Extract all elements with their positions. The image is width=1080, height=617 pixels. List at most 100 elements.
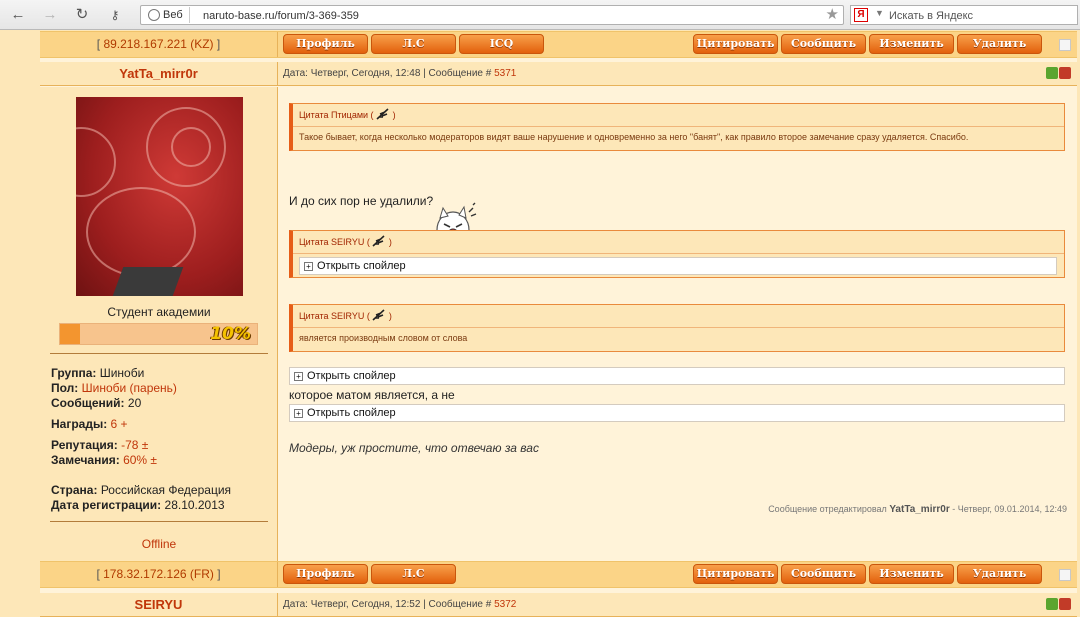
warnings-label: Замечания: bbox=[51, 453, 120, 467]
ip-bracket: ] bbox=[213, 567, 221, 581]
quote-block: Цитата SEIRYU ( ) + Открыть спойлер bbox=[289, 230, 1065, 278]
edit-button[interactable]: Изменить bbox=[869, 34, 954, 54]
delete-button[interactable]: Удалить bbox=[957, 34, 1042, 54]
browser-toolbar: ← → ↻ ⚷ Веб naruto-base.ru/forum/3-369-3… bbox=[0, 0, 1080, 30]
expand-plus-icon: + bbox=[294, 409, 303, 418]
post-header: YatTa_mirr0r Дата: Четверг, Сегодня, 12:… bbox=[40, 62, 1077, 86]
post-meta: Дата: Четверг, Сегодня, 12:48 | Сообщени… bbox=[283, 62, 516, 86]
quote-block: Цитата Птицами ( ) Такое бывает, когда н… bbox=[289, 103, 1065, 151]
quote-author[interactable]: Цитата SEIRYU ( bbox=[299, 311, 370, 321]
post-number[interactable]: 5372 bbox=[494, 599, 516, 610]
select-checkbox[interactable] bbox=[1059, 569, 1071, 581]
user-warnings[interactable]: 60% ± bbox=[123, 453, 157, 467]
key-icon[interactable]: ⚷ bbox=[106, 6, 124, 24]
quote-author[interactable]: Цитата Птицами ( bbox=[299, 110, 374, 120]
group-label: Группа: bbox=[51, 366, 97, 380]
user-regdate: 28.10.2013 bbox=[164, 498, 225, 512]
feather-icon bbox=[372, 309, 385, 321]
spoiler-label[interactable]: Открыть спойлер bbox=[307, 407, 396, 419]
reputation-label: Репутация: bbox=[51, 438, 118, 452]
quote-block: Цитата SEIRYU ( ) является производным с… bbox=[289, 304, 1065, 352]
user-gender-row: Пол: Шиноби (парень) bbox=[51, 381, 177, 396]
rank-progress-label: 10% bbox=[210, 324, 251, 344]
back-arrow-icon[interactable]: ← bbox=[9, 6, 27, 24]
quote-button[interactable]: Цитировать bbox=[693, 34, 778, 54]
quote-author-close: ) bbox=[392, 110, 396, 120]
edit-button[interactable]: Изменить bbox=[869, 564, 954, 584]
author-nick[interactable]: SEIRYU bbox=[40, 593, 278, 617]
user-reputation-row: Репутация: -78 ± bbox=[51, 438, 148, 453]
page-margin-left bbox=[0, 31, 40, 617]
user-awards[interactable]: 6 + bbox=[111, 417, 128, 431]
rank-progress-bar: 10% bbox=[59, 323, 258, 345]
ip-address-cell: [ 89.218.167.221 (KZ) ] bbox=[40, 32, 278, 57]
ip-address[interactable]: 89.218.167.221 (KZ) bbox=[103, 37, 213, 51]
thumbs-down-icon[interactable] bbox=[1059, 67, 1071, 79]
quote-button[interactable]: Цитировать bbox=[693, 564, 778, 584]
quote-author[interactable]: Цитата SEIRYU ( bbox=[299, 237, 370, 247]
post-actions-bar: [ 178.32.172.126 (FR) ] Профиль Л.С Цити… bbox=[40, 561, 1077, 588]
feather-icon bbox=[372, 235, 385, 247]
forum-thread: [ 89.218.167.221 (KZ) ] Профиль Л.С ICQ … bbox=[40, 31, 1077, 617]
post-meta: Дата: Четверг, Сегодня, 12:52 | Сообщени… bbox=[283, 593, 516, 617]
address-bar[interactable]: Веб naruto-base.ru/forum/3-369-359 ★ bbox=[140, 5, 844, 25]
thumbs-up-icon[interactable] bbox=[1046, 598, 1058, 610]
icq-button[interactable]: ICQ bbox=[459, 34, 544, 54]
spoiler-toggle[interactable]: + Открыть спойлер bbox=[289, 404, 1065, 422]
user-warnings-row: Замечания: 60% ± bbox=[51, 453, 157, 468]
post-number[interactable]: 5371 bbox=[494, 68, 516, 79]
report-button[interactable]: Сообщить bbox=[781, 34, 866, 54]
feather-icon bbox=[376, 108, 389, 120]
select-checkbox[interactable] bbox=[1059, 39, 1071, 51]
edit-note-nick[interactable]: YatTa_mirr0r bbox=[889, 504, 949, 515]
quote-header: Цитата Птицами ( ) bbox=[293, 104, 1064, 127]
spoiler-label[interactable]: Открыть спойлер bbox=[317, 260, 406, 272]
thumbs-down-icon[interactable] bbox=[1059, 598, 1071, 610]
site-info-chip[interactable]: Веб bbox=[145, 7, 190, 23]
pm-button[interactable]: Л.С bbox=[371, 564, 456, 584]
chevron-down-icon[interactable]: ▼ bbox=[875, 8, 884, 18]
thumbs-up-icon[interactable] bbox=[1046, 67, 1058, 79]
expand-plus-icon: + bbox=[294, 372, 303, 381]
yandex-logo-icon: Я bbox=[854, 8, 868, 22]
post-text: которое матом является, а не bbox=[289, 388, 455, 402]
user-gender[interactable]: Шиноби (парень) bbox=[82, 381, 177, 395]
spoiler-toggle[interactable]: + Открыть спойлер bbox=[289, 367, 1065, 385]
reload-icon[interactable]: ↻ bbox=[73, 6, 91, 24]
edit-note: Сообщение отредактировал YatTa_mirr0r - … bbox=[768, 504, 1067, 515]
rank-progress-fill bbox=[60, 324, 80, 344]
spoiler-label[interactable]: Открыть спойлер bbox=[307, 370, 396, 382]
edit-note-prefix: Сообщение отредактировал bbox=[768, 504, 890, 514]
author-nick[interactable]: YatTa_mirr0r bbox=[40, 62, 278, 86]
delete-button[interactable]: Удалить bbox=[957, 564, 1042, 584]
post-date: Дата: Четверг, Сегодня, 12:52 | Сообщени… bbox=[283, 599, 495, 610]
expand-plus-icon: + bbox=[304, 262, 313, 271]
user-regdate-row: Дата регистрации: 28.10.2013 bbox=[51, 498, 225, 513]
quote-header: Цитата SEIRYU ( ) bbox=[293, 305, 1064, 328]
regdate-label: Дата регистрации: bbox=[51, 498, 162, 512]
user-country: Российская Федерация bbox=[100, 483, 232, 497]
post-text: Модеры, уж простите, что отвечаю за вас bbox=[289, 441, 539, 455]
yandex-search-box[interactable]: Я ▼ Искать в Яндекс bbox=[850, 5, 1078, 25]
user-posts: 20 bbox=[127, 396, 142, 410]
quote-text: является производным словом от слова bbox=[299, 333, 468, 343]
url-text[interactable]: naruto-base.ru/forum/3-369-359 bbox=[203, 8, 359, 24]
post-rating bbox=[1045, 598, 1073, 612]
online-status: Offline bbox=[141, 537, 177, 551]
bookmark-star-icon[interactable]: ★ bbox=[826, 6, 839, 24]
profile-button[interactable]: Профиль bbox=[283, 34, 368, 54]
user-reputation[interactable]: -78 ± bbox=[121, 438, 148, 452]
post-actions-bar: [ 89.218.167.221 (KZ) ] Профиль Л.С ICQ … bbox=[40, 31, 1077, 58]
post-date: Дата: Четверг, Сегодня, 12:48 | Сообщени… bbox=[283, 68, 495, 79]
ip-address[interactable]: 178.32.172.126 (FR) bbox=[103, 567, 214, 581]
avatar bbox=[76, 97, 243, 296]
quote-text: Такое бывает, когда несколько модераторо… bbox=[299, 132, 969, 142]
report-button[interactable]: Сообщить bbox=[781, 564, 866, 584]
search-placeholder[interactable]: Искать в Яндекс bbox=[889, 8, 973, 24]
spoiler-toggle[interactable]: + Открыть спойлер bbox=[299, 257, 1057, 275]
pm-button[interactable]: Л.С bbox=[371, 34, 456, 54]
forward-arrow-icon[interactable]: → bbox=[41, 6, 59, 24]
profile-button[interactable]: Профиль bbox=[283, 564, 368, 584]
quote-author-close: ) bbox=[388, 237, 392, 247]
divider bbox=[50, 521, 268, 522]
